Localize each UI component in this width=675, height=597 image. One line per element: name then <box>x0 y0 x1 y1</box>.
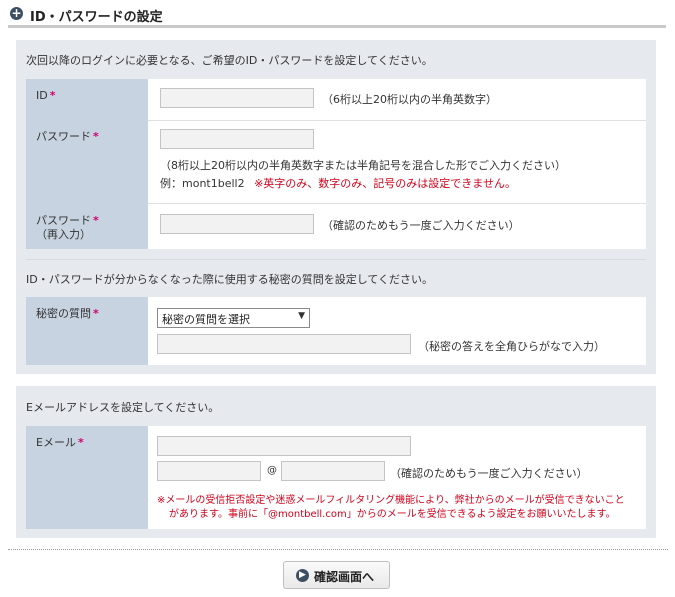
secret-question-value: 秘密の質問を選択 <box>162 313 250 326</box>
arrow-right-circle-icon: ▶ <box>296 569 309 582</box>
password-confirm-label-text: パスワード <box>36 214 91 227</box>
email-confirm-note: （確認のためもう一度ご入力ください） <box>390 467 588 480</box>
email-form: Eメール * @ （確認のためもう一度ご入力ください） ※メールの受信拒否設定や迷… <box>26 426 646 529</box>
required-mark: * <box>93 214 99 227</box>
password-confirm-row: パスワード * （再入力） （確認のためもう一度ご入力ください） <box>26 203 646 249</box>
secret-intro: ID・パスワードが分からなくなった際に使用する秘密の質問を設定してください。 <box>26 273 434 286</box>
plus-circle-icon: + <box>10 6 23 20</box>
secret-row: 秘密の質問 * 秘密の質問を選択 ▼ （秘密の答えを全角ひらがなで入力） <box>26 297 646 365</box>
password-example-text: 例：mont1bell2 <box>160 177 245 190</box>
password-label: パスワード * <box>26 120 148 203</box>
password-example: 例：mont1bell2 ※英字のみ、数字のみ、記号のみは設定できません。 <box>160 175 516 191</box>
credentials-form: ID * （6桁以上20桁以内の半角英数字） パスワード * （8桁以上20桁以内の… <box>26 79 646 249</box>
email-input[interactable] <box>157 436 411 456</box>
page-title: ID・パスワードの設定 <box>30 10 163 25</box>
password-confirm-note: （確認のためもう一度ご入力ください） <box>322 219 520 232</box>
confirm-button[interactable]: ▶ 確認画面へ <box>283 561 390 589</box>
header-divider <box>8 25 666 28</box>
id-row: ID * （6桁以上20桁以内の半角英数字） <box>26 79 646 121</box>
id-label: ID * <box>26 79 148 120</box>
email-warning-line1: ※メールの受信拒否設定や迷惑メールフィルタリング機能により、弊社からのメールが受… <box>157 495 625 506</box>
password-confirm-input[interactable] <box>160 214 314 234</box>
secret-answer-note: （秘密の答えを全角ひらがなで入力） <box>418 340 605 353</box>
secret-label: 秘密の質問 * <box>26 297 148 365</box>
section-header: + ID・パスワードの設定 <box>8 4 666 25</box>
password-confirm-sublabel: （再入力） <box>36 228 91 241</box>
at-sign: @ <box>267 465 277 476</box>
email-intro: Eメールアドレスを設定してください。 <box>26 401 220 414</box>
password-note: （8桁以上20桁以内の半角英数字または半角記号を混合した形でご入力ください） <box>160 159 566 172</box>
credentials-panel: 次回以降のログインに必要となる、ご希望のID・パスワードを設定してください。 I… <box>16 40 656 374</box>
id-input[interactable] <box>160 88 314 108</box>
email-confirm-domain-input[interactable] <box>281 461 385 481</box>
secret-question-select[interactable]: 秘密の質問を選択 ▼ <box>157 308 310 328</box>
section-divider <box>26 259 646 260</box>
required-mark: * <box>77 436 84 449</box>
credentials-intro: 次回以降のログインに必要となる、ご希望のID・パスワードを設定してください。 <box>26 54 433 67</box>
email-row: Eメール * @ （確認のためもう一度ご入力ください） ※メールの受信拒否設定や迷… <box>26 426 646 529</box>
required-mark: * <box>93 130 99 143</box>
id-label-text: ID <box>36 89 48 102</box>
required-mark: * <box>93 307 99 320</box>
required-mark: * <box>49 89 56 102</box>
email-panel: Eメールアドレスを設定してください。 Eメール * @ （確認のためもう一度ご入力… <box>16 386 656 538</box>
password-warning: ※英字のみ、数字のみ、記号のみは設定できません。 <box>254 177 516 190</box>
confirm-button-label: 確認画面へ <box>314 570 375 584</box>
password-row: パスワード * （8桁以上20桁以内の半角英数字または半角記号を混合した形でご入力… <box>26 120 646 204</box>
secret-label-text: 秘密の質問 <box>36 307 91 320</box>
footer-divider <box>8 549 668 550</box>
password-label-text: パスワード <box>36 130 91 143</box>
secret-form: 秘密の質問 * 秘密の質問を選択 ▼ （秘密の答えを全角ひらがなで入力） <box>26 297 646 365</box>
id-note: （6桁以上20桁以内の半角英数字） <box>322 93 497 106</box>
email-label-text: Eメール <box>36 436 76 449</box>
chevron-down-icon: ▼ <box>298 311 305 321</box>
password-input[interactable] <box>160 129 314 149</box>
password-confirm-label: パスワード * （再入力） <box>26 203 148 249</box>
email-label: Eメール * <box>26 426 148 529</box>
email-warning-line2: があります。事前に「@montbell.com」からのメールを受信できるよう設定… <box>169 509 616 520</box>
email-confirm-local-input[interactable] <box>157 461 261 481</box>
secret-answer-input[interactable] <box>157 334 411 354</box>
